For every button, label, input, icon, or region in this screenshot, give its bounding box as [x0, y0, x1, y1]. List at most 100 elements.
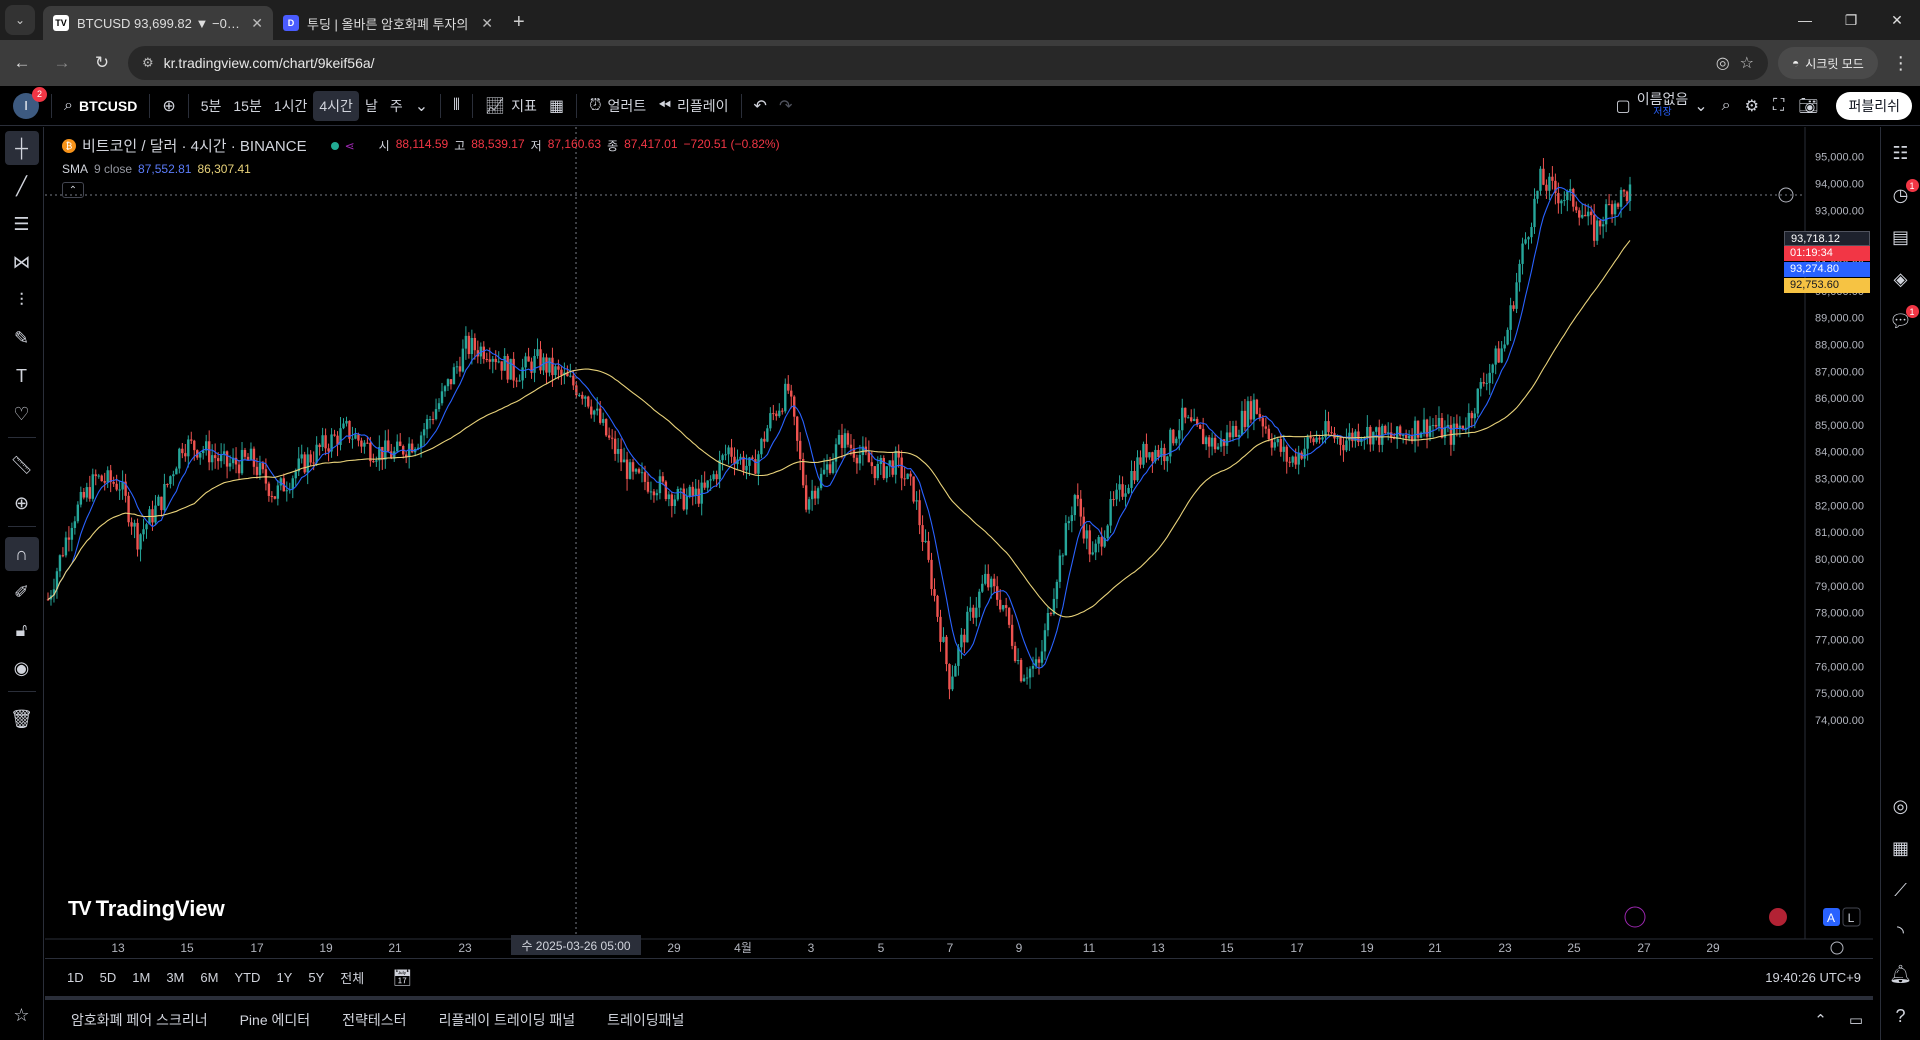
quick-search-button[interactable]: ⌕: [1716, 91, 1737, 121]
incognito-indicator[interactable]: ◓ 시크릿 모드: [1778, 47, 1878, 79]
alert-button[interactable]: ⏰︎ 얼러트: [583, 91, 652, 121]
range-1d[interactable]: 1D: [65, 968, 86, 987]
browser-tab-tradingview[interactable]: TV BTCUSD 93,699.82 ▼ −0.33% ✕: [43, 6, 273, 40]
indicators-button[interactable]: 📈︎ 지표: [479, 91, 543, 121]
crosshair-tool[interactable]: ┼: [4, 131, 39, 165]
candle-body: [157, 496, 160, 506]
pine-button[interactable]: ⟋: [1885, 874, 1917, 906]
symbol-search-button[interactable]: ⌕ BTCUSD: [58, 91, 143, 121]
bookmark-star-icon[interactable]: ☆: [1740, 53, 1754, 73]
candle-body: [572, 375, 575, 386]
replay-button[interactable]: ⏪︎ 리플레이: [652, 91, 734, 121]
tab-trading-panel[interactable]: 트레이딩패널: [607, 1010, 684, 1030]
pattern-tool[interactable]: ⋈: [5, 245, 39, 279]
candlestick-chart-svg[interactable]: 74,000.00 75,000.00 76,000.00 77,000.00 78,0…: [45, 127, 1873, 957]
watchlist-button[interactable]: ☷: [1885, 137, 1917, 169]
interval-4h[interactable]: 4시간: [313, 90, 359, 121]
close-tab-icon[interactable]: ✕: [251, 15, 263, 32]
interval-15m[interactable]: 15분: [227, 91, 267, 121]
maximize-panel-icon[interactable]: ▭: [1849, 1011, 1863, 1029]
symbol-title[interactable]: 비트코인 / 달러 · 4시간 · BINANCE: [82, 135, 307, 156]
reload-icon[interactable]: ↻: [84, 45, 120, 81]
forward-arrow-icon[interactable]: →: [44, 45, 80, 81]
candle-body: [1118, 484, 1121, 490]
notifications-button[interactable]: 🔔︎: [1885, 958, 1917, 990]
interval-5m[interactable]: 5분: [195, 91, 228, 121]
range-all[interactable]: 전체: [338, 966, 366, 989]
templates-button[interactable]: ▦: [543, 91, 570, 121]
candle-body: [882, 457, 885, 479]
tab-crypto-screener[interactable]: 암호화폐 페어 스크리너: [71, 1010, 208, 1030]
range-5y[interactable]: 5Y: [306, 968, 326, 987]
chevron-up-icon[interactable]: ⌃: [1814, 1011, 1827, 1029]
layers-button[interactable]: ◈: [1885, 263, 1917, 295]
redo-button[interactable]: ↷: [773, 91, 798, 121]
alerts-button[interactable]: ◷ 1: [1885, 179, 1919, 211]
minimize-icon[interactable]: —: [1782, 0, 1828, 40]
range-6m[interactable]: 6M: [198, 968, 220, 987]
user-avatar[interactable]: I 2: [13, 86, 47, 119]
hide-drawings-tool[interactable]: ◉: [5, 651, 39, 685]
news-button[interactable]: ▤: [1885, 221, 1917, 253]
tab-replay-trading[interactable]: 리플레이 트레이딩 패널: [439, 1010, 576, 1030]
chats-button[interactable]: 💬︎ 1: [1885, 305, 1919, 337]
layout-select-button[interactable]: ▢ 이름없음 저장 ⌄: [1610, 91, 1714, 121]
goto-date-icon[interactable]: 📅︎: [392, 968, 412, 988]
remove-drawings-tool[interactable]: 🗑︎: [5, 702, 39, 736]
eye-off-icon[interactable]: ◎: [1716, 53, 1730, 73]
tab-search-button[interactable]: ⌄: [5, 5, 35, 35]
zoom-tool[interactable]: ⊕: [5, 486, 39, 520]
brush-tool[interactable]: ✎: [5, 321, 39, 355]
tab-strategy-tester[interactable]: 전략테스터: [342, 1010, 406, 1030]
site-info-icon[interactable]: ⚙: [142, 55, 154, 71]
sma-legend-row[interactable]: SMA 9 close 87,552.81 86,307.41: [62, 162, 780, 176]
interval-1h[interactable]: 1시간: [268, 91, 314, 121]
collapse-legend-button[interactable]: ⌃: [62, 182, 84, 198]
range-ytd[interactable]: YTD: [232, 968, 262, 987]
chart-type-button[interactable]: ⫴: [447, 91, 466, 121]
browser-menu-icon[interactable]: ⋮: [1892, 53, 1910, 74]
streams-button[interactable]: ◝: [1885, 916, 1917, 948]
close-tab-icon[interactable]: ✕: [481, 15, 493, 32]
range-1y[interactable]: 1Y: [274, 968, 294, 987]
magnet-tool[interactable]: ∩: [4, 537, 39, 571]
new-tab-button[interactable]: +: [513, 11, 525, 34]
stay-drawing-tool[interactable]: ✐: [5, 575, 39, 609]
icon-tool[interactable]: ♡: [5, 397, 39, 431]
fullscreen-button[interactable]: ⛶: [1767, 91, 1790, 121]
url-input[interactable]: ⚙ kr.tradingview.com/chart/9keif56a/ ◎ ☆: [128, 46, 1768, 80]
interval-1w[interactable]: 주: [384, 91, 409, 121]
sma-slow-value: 86,307.41: [197, 162, 251, 176]
calendar-button[interactable]: ▦: [1885, 832, 1917, 864]
lock-drawings-tool[interactable]: 🔓︎: [5, 613, 39, 647]
range-3m[interactable]: 3M: [164, 968, 186, 987]
interval-1d[interactable]: 날: [359, 91, 384, 121]
prediction-tool[interactable]: ⫶: [5, 283, 39, 317]
interval-dropdown[interactable]: ⌄: [409, 91, 434, 121]
measure-tool[interactable]: 📏︎: [5, 448, 39, 482]
grid-icon: ▦: [548, 97, 565, 115]
compare-symbol-button[interactable]: ⊕: [156, 91, 181, 121]
range-5d[interactable]: 5D: [98, 968, 119, 987]
ideas-button[interactable]: ◎: [1885, 790, 1917, 822]
snapshot-button[interactable]: 📷︎: [1792, 91, 1824, 121]
help-button[interactable]: ?: [1885, 1000, 1917, 1032]
undo-button[interactable]: ↶: [748, 91, 773, 121]
browser-tab-tooding[interactable]: D 투딩 | 올바른 암호화폐 투자의 ✕: [273, 6, 503, 40]
back-arrow-icon[interactable]: ←: [4, 45, 40, 81]
fib-tool[interactable]: ☰: [5, 207, 39, 241]
restore-icon[interactable]: ❐: [1828, 0, 1874, 40]
share-icon[interactable]: ⋖: [345, 139, 355, 153]
close-window-icon[interactable]: ✕: [1874, 0, 1920, 40]
publish-button[interactable]: 퍼블리쉬: [1836, 91, 1912, 120]
range-1m[interactable]: 1M: [130, 968, 152, 987]
chart-clock[interactable]: 19:40:26 UTC+9: [1765, 970, 1861, 985]
candle-body: [1213, 437, 1217, 450]
favorites-tool[interactable]: ☆: [5, 998, 39, 1032]
candle-body: [912, 476, 915, 502]
price-chart[interactable]: 74,000.00 75,000.00 76,000.00 77,000.00 78,0…: [45, 127, 1873, 957]
text-tool[interactable]: T: [5, 359, 39, 393]
settings-button[interactable]: ⚙: [1739, 91, 1765, 121]
trend-line-tool[interactable]: ╱: [5, 169, 39, 203]
tab-pine-editor[interactable]: Pine 에디터: [240, 1010, 311, 1030]
